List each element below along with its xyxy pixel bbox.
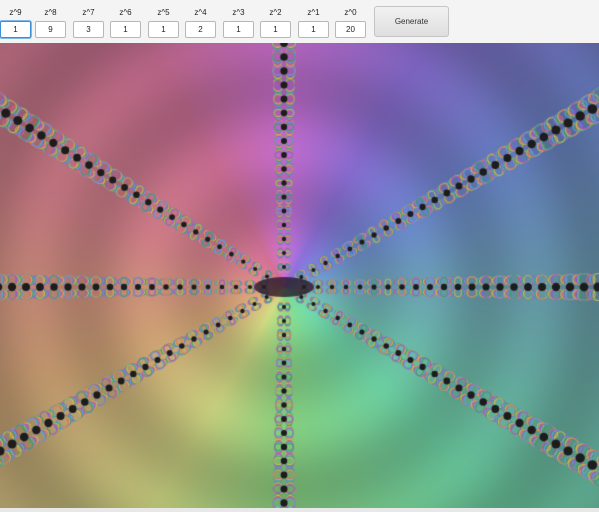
coefficient-z6: z^6 — [110, 8, 141, 40]
coefficient-z8: z^8 — [35, 8, 66, 40]
coefficient-label: z^4 — [194, 8, 207, 17]
coefficient-input-z7[interactable] — [73, 21, 104, 38]
coefficient-label: z^1 — [307, 8, 320, 17]
coefficient-label: z^8 — [44, 8, 57, 17]
coefficient-z7: z^7 — [73, 8, 104, 40]
coefficient-z3: z^3 — [223, 8, 254, 40]
generate-button[interactable]: Generate — [374, 6, 449, 37]
coefficient-input-z5[interactable] — [148, 21, 179, 38]
coefficient-z5: z^5 — [148, 8, 179, 40]
coefficient-z0: z^0 — [335, 8, 366, 40]
coefficient-toolbar: z^9 z^8 z^7 z^6 z^5 z^4 z^3 z^2 — [0, 0, 599, 43]
coefficient-input-z4[interactable] — [185, 21, 216, 38]
coefficient-z2: z^2 — [260, 8, 291, 40]
coefficient-z4: z^4 — [185, 8, 216, 40]
coefficient-label: z^7 — [82, 8, 95, 17]
app-window: z^9 z^8 z^7 z^6 z^5 z^4 z^3 z^2 — [0, 0, 599, 512]
coefficient-label: z^2 — [269, 8, 282, 17]
coefficient-input-z2[interactable] — [260, 21, 291, 38]
coefficient-input-z8[interactable] — [35, 21, 66, 38]
bottom-edge — [0, 508, 599, 512]
coefficient-label: z^3 — [232, 8, 245, 17]
coefficient-input-z9[interactable] — [0, 21, 31, 38]
coefficient-label: z^5 — [157, 8, 170, 17]
fractal-canvas[interactable] — [0, 43, 599, 512]
coefficient-input-z1[interactable] — [298, 21, 329, 38]
coefficient-input-z6[interactable] — [110, 21, 141, 38]
coefficient-label: z^6 — [119, 8, 132, 17]
coefficient-z9: z^9 — [0, 8, 31, 40]
coefficient-input-z0[interactable] — [335, 21, 366, 38]
coefficient-z1: z^1 — [298, 8, 329, 40]
coefficient-input-z3[interactable] — [223, 21, 254, 38]
coefficient-label: z^9 — [9, 8, 22, 17]
coefficient-label: z^0 — [344, 8, 357, 17]
